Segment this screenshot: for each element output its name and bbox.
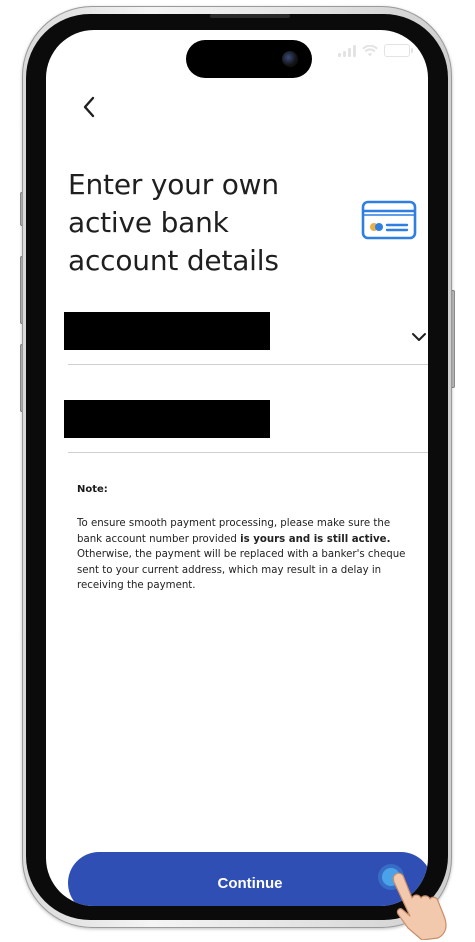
note-text-emphasis: is yours and is still active. xyxy=(240,533,391,545)
account-number-field[interactable] xyxy=(64,398,428,453)
page-title: Enter your own active bank account detai… xyxy=(68,168,279,277)
bank-select-field[interactable] xyxy=(64,310,428,365)
note-label: Note: xyxy=(77,484,108,495)
dynamic-island xyxy=(186,40,312,78)
note-text-part: Otherwise, the payment will be replaced … xyxy=(77,549,406,591)
chevron-left-icon xyxy=(83,96,95,118)
speaker-grille xyxy=(210,14,290,18)
stage: Enter your own active bank account detai… xyxy=(0,0,475,942)
front-camera-icon xyxy=(282,51,298,67)
back-button[interactable] xyxy=(74,92,104,122)
phone-screen: Enter your own active bank account detai… xyxy=(46,30,428,906)
chevron-down-icon xyxy=(412,333,426,341)
redacted-value xyxy=(64,312,270,350)
status-bar-icons xyxy=(338,44,413,57)
note-text: To ensure smooth payment processing, ple… xyxy=(77,516,407,594)
wifi-icon xyxy=(362,44,378,56)
continue-button[interactable]: Continue xyxy=(68,852,428,906)
redacted-value xyxy=(64,400,270,438)
battery-icon xyxy=(384,44,413,57)
cellular-signal-icon xyxy=(338,44,356,57)
pointing-hand-icon xyxy=(392,872,447,940)
bank-card-icon xyxy=(361,200,417,240)
